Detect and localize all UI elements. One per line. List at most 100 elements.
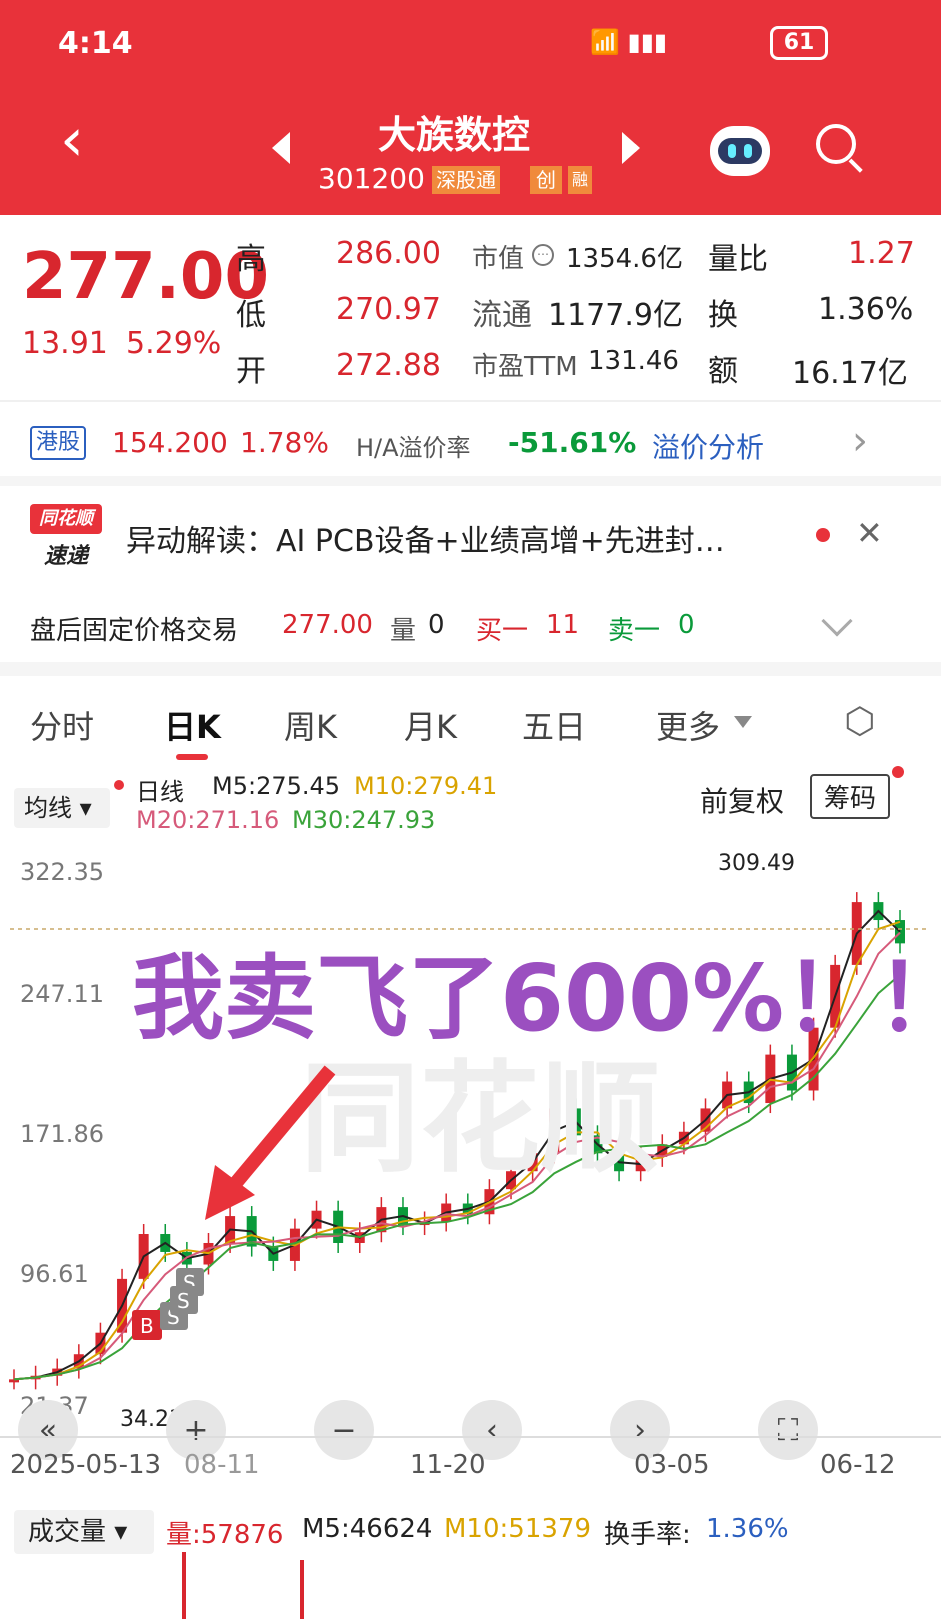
adjust-mode[interactable]: 前复权 (700, 780, 784, 820)
x-tick-2: 11-20 (410, 1450, 486, 1480)
ths-logo: 同花顺 速递 (30, 504, 102, 569)
ma10-value: M10:279.41 (354, 772, 498, 800)
ths-logo-bottom: 速递 (43, 544, 88, 569)
kline-chart[interactable]: 322.35 247.11 171.86 96.61 21.37 309.49 … (0, 840, 941, 1500)
low-value: 270.97 (336, 292, 441, 327)
tab-weekly-k[interactable]: 周K (284, 702, 337, 748)
legend-dot (114, 780, 124, 790)
back-icon[interactable]: ‹ (60, 110, 84, 170)
amount-value: 16.17亿 (792, 356, 908, 391)
next-stock-icon[interactable] (622, 132, 640, 164)
turnover-rate-value: 1.36% (706, 1514, 789, 1544)
tab-intraday[interactable]: 分时 (30, 702, 94, 748)
turnover-value: 1.36% (818, 292, 914, 327)
ma30-value: M30:247.93 (292, 806, 436, 834)
fullscreen-button[interactable]: ⛶ (758, 1400, 818, 1460)
x-tick-3: 03-05 (634, 1450, 710, 1480)
chevron-right-icon[interactable]: › (852, 418, 868, 464)
hk-pct: 1.78% (240, 426, 329, 459)
stock-code: 301200 (318, 162, 425, 195)
ma5-value: M5:275.45 (212, 772, 341, 800)
prev-stock-icon[interactable] (272, 132, 290, 164)
x-tick-0: 2025-05-13 (10, 1450, 162, 1480)
ma-select-label: 均线 (24, 794, 72, 822)
amount-label: 额 (708, 354, 738, 389)
pe-value: 131.46 (588, 346, 679, 376)
high-value: 286.00 (336, 236, 441, 271)
tab-daily-k[interactable]: 日K (164, 702, 221, 748)
battery-level: 61 (783, 30, 815, 55)
ask1-label: 卖一 (608, 616, 661, 646)
info-icon[interactable]: ⋯ (532, 244, 554, 266)
unread-dot (816, 528, 830, 542)
dropdown-arrow-icon (734, 716, 752, 728)
tab-more[interactable]: 更多 (656, 702, 720, 748)
y-tick-2: 171.86 (20, 1120, 104, 1148)
hk-price: 154.200 (112, 426, 228, 459)
close-icon[interactable]: ✕ (856, 514, 883, 552)
float-label: 流通 (472, 298, 532, 333)
mcap-label: 市值 (472, 244, 525, 274)
low-label: 低 (236, 298, 266, 333)
volume-bar (182, 1552, 186, 1619)
chip-button[interactable]: 筹码 (810, 774, 891, 819)
ths-logo-top: 同花顺 (30, 504, 102, 534)
high-label: 高 (236, 242, 266, 277)
y-tick-1: 247.11 (20, 980, 104, 1008)
news-text[interactable]: 异动解读：AI PCB设备+业绩高增+先进封… (126, 516, 806, 560)
tab-five-day[interactable]: 五日 (522, 702, 586, 748)
open-value: 272.88 (336, 348, 441, 383)
stock-title: 大族数控 (378, 113, 531, 157)
ask1-value: 0 (678, 610, 695, 640)
current-price: 277.00 (22, 240, 269, 314)
volume-bar (300, 1560, 304, 1619)
connect-badge: 深股通 (432, 166, 500, 194)
margin-badge: 融 (568, 166, 593, 194)
ma-select[interactable]: 均线 ▾ (14, 788, 110, 828)
notify-dot (892, 766, 904, 778)
zoom-out-button[interactable]: − (314, 1400, 374, 1460)
price-change: 13.91 (22, 326, 108, 361)
volume-m5: M5:46624 (302, 1514, 433, 1544)
after-hours-vol-label: 量 (390, 616, 417, 646)
x-tick-1: 08-11 (184, 1450, 260, 1480)
divider (0, 476, 941, 486)
after-hours-label: 盘后固定价格交易 (30, 616, 239, 646)
status-time: 4:14 (58, 26, 133, 61)
gem-badge: 创 (530, 166, 562, 194)
volume-select-label: 成交量 (28, 1517, 107, 1547)
robot-icon[interactable] (710, 126, 770, 176)
volume-select[interactable]: 成交量 ▾ (14, 1510, 154, 1554)
divider (0, 662, 941, 676)
turnover-rate-label: 换手率: (604, 1520, 691, 1550)
period-label: 日线 (136, 778, 184, 806)
open-label: 开 (236, 354, 266, 389)
premium-analysis-link[interactable]: 溢价分析 (652, 426, 764, 466)
x-tick-4: 06-12 (820, 1450, 896, 1480)
bid1-label: 买一 (476, 616, 529, 646)
y-tick-0: 322.35 (20, 858, 104, 886)
after-hours-vol: 0 (428, 610, 445, 640)
after-hours-price: 277.00 (282, 610, 373, 640)
watermark: 同花顺 (300, 1050, 660, 1189)
bid1-value: 11 (546, 610, 580, 640)
turnover-label: 换 (708, 298, 738, 333)
search-icon[interactable] (816, 124, 866, 174)
buy-marker-label: B (140, 1314, 154, 1338)
y-tick-3: 96.61 (20, 1260, 89, 1288)
premium-label: H/A溢价率 (356, 434, 471, 462)
battery-icon: 61 (770, 26, 828, 60)
volume-value: 量:57876 (166, 1520, 284, 1550)
chevron-down-icon[interactable] (821, 605, 853, 637)
settings-icon[interactable]: ⬡ (840, 702, 880, 742)
status-icons: 📶 ▮▮▮ (590, 28, 668, 56)
max-label: 309.49 (718, 851, 795, 876)
tab-monthly-k[interactable]: 月K (404, 702, 457, 748)
divider (0, 400, 941, 402)
vol-ratio-label: 量比 (708, 242, 768, 277)
pe-label: 市盈TTM (472, 352, 578, 382)
price-change-pct: 5.29% (126, 326, 222, 361)
sell-marker-label: S (177, 1289, 190, 1313)
ma20-value: M20:271.16 (136, 806, 280, 834)
premium-value: -51.61% (508, 426, 637, 459)
